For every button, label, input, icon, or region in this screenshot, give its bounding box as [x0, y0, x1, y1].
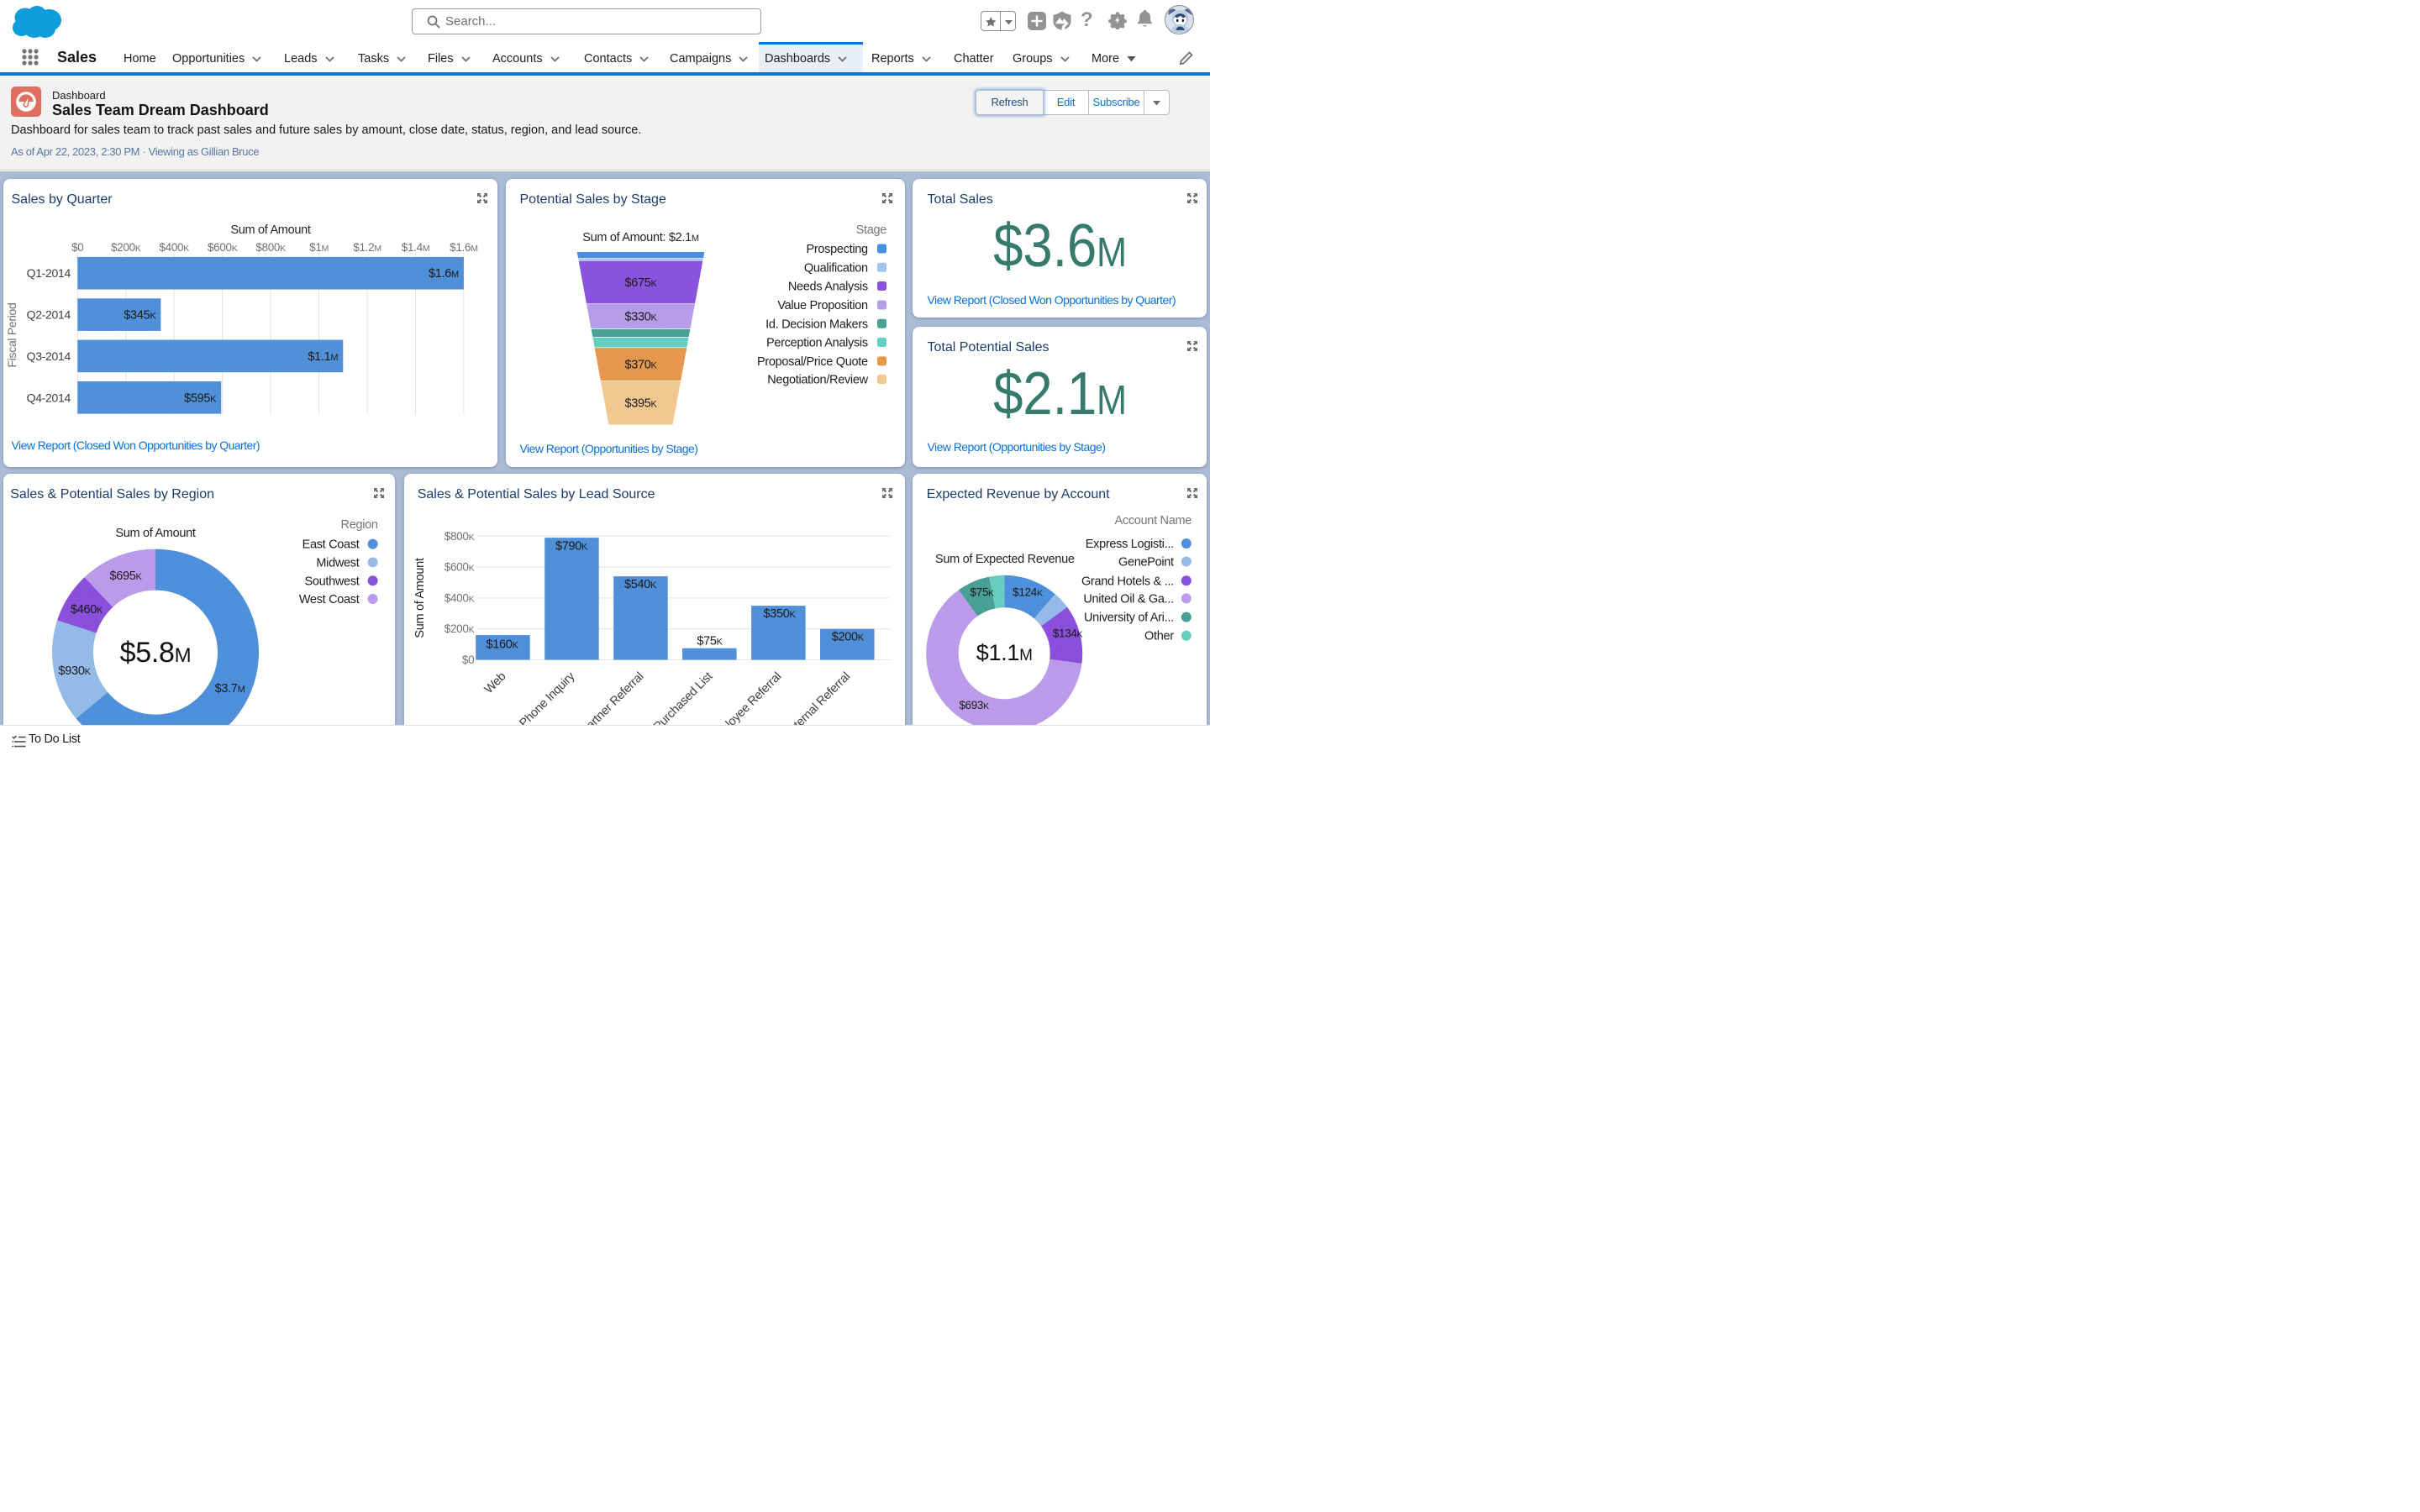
- svg-text:$200K: $200K: [111, 241, 141, 254]
- svg-text:$350K: $350K: [763, 607, 796, 621]
- svg-text:Purchased List: Purchased List: [651, 669, 715, 725]
- svg-text:$3.6M: $3.6M: [993, 212, 1127, 279]
- svg-text:$3.7M: $3.7M: [215, 682, 245, 696]
- svg-text:Grand Hotels & ...: Grand Hotels & ...: [1081, 575, 1173, 588]
- svg-text:Id. Decision Makers: Id. Decision Makers: [765, 318, 868, 331]
- svg-text:Sum of Amount: Sum of Amount: [230, 223, 311, 237]
- svg-text:$1.1M: $1.1M: [976, 640, 1032, 665]
- svg-text:$1M: $1M: [309, 241, 329, 254]
- svg-text:Sum of Amount: Sum of Amount: [413, 558, 427, 638]
- svg-text:External Referral: External Referral: [781, 669, 853, 725]
- svg-text:$200K: $200K: [445, 622, 475, 635]
- svg-text:Account Name: Account Name: [1114, 514, 1192, 528]
- svg-text:$160K: $160K: [486, 638, 518, 651]
- svg-text:$370K: $370K: [624, 358, 657, 371]
- svg-text:$600K: $600K: [445, 561, 475, 574]
- svg-text:Value Proposition: Value Proposition: [777, 299, 868, 312]
- svg-text:$75K: $75K: [970, 586, 994, 599]
- svg-text:$75K: $75K: [697, 635, 723, 648]
- svg-text:Sum of Amount: Sum of Amount: [115, 527, 196, 540]
- svg-text:$1.6M: $1.6M: [450, 241, 478, 254]
- svg-text:Q3-2014: Q3-2014: [27, 349, 71, 362]
- svg-text:West Coast: West Coast: [299, 593, 360, 606]
- svg-text:$1.1M: $1.1M: [308, 349, 338, 363]
- svg-text:$124K: $124K: [1013, 586, 1043, 599]
- svg-text:$693K: $693K: [959, 699, 989, 711]
- svg-text:Negotiation/Review: Negotiation/Review: [767, 373, 868, 386]
- svg-text:$595K: $595K: [184, 391, 217, 405]
- svg-text:Express Logisti...: Express Logisti...: [1085, 538, 1173, 551]
- svg-text:$675K: $675K: [624, 276, 657, 289]
- svg-text:$395K: $395K: [624, 396, 657, 410]
- svg-text:$600K: $600K: [208, 241, 238, 254]
- svg-text:$400K: $400K: [159, 241, 189, 254]
- svg-text:East Coast: East Coast: [302, 538, 360, 552]
- svg-text:Phone Inquiry: Phone Inquiry: [517, 669, 578, 725]
- svg-text:$695K: $695K: [109, 570, 142, 583]
- svg-text:$1.6M: $1.6M: [429, 267, 459, 281]
- svg-text:Q1-2014: Q1-2014: [27, 266, 71, 280]
- svg-text:Region: Region: [341, 518, 378, 532]
- svg-text:$200K: $200K: [832, 631, 865, 644]
- svg-text:United Oil & Ga...: United Oil & Ga...: [1083, 592, 1173, 606]
- svg-text:$0: $0: [71, 241, 83, 254]
- svg-text:$330K: $330K: [624, 310, 657, 323]
- svg-text:$790K: $790K: [555, 540, 588, 554]
- svg-text:Needs Analysis: Needs Analysis: [788, 280, 868, 293]
- svg-text:Fiscal Period: Fiscal Period: [5, 302, 18, 367]
- svg-text:$540K: $540K: [624, 578, 657, 591]
- svg-text:Sum of Expected Revenue: Sum of Expected Revenue: [935, 553, 1075, 566]
- svg-text:Q4-2014: Q4-2014: [27, 391, 71, 404]
- svg-text:Other: Other: [1144, 630, 1174, 643]
- svg-text:Midwest: Midwest: [316, 556, 359, 570]
- svg-text:Qualification: Qualification: [804, 261, 868, 275]
- svg-text:$134K: $134K: [1052, 627, 1082, 639]
- svg-text:$2.1M: $2.1M: [993, 360, 1127, 427]
- svg-text:$1.2M: $1.2M: [353, 241, 381, 254]
- svg-text:$800K: $800K: [255, 241, 286, 254]
- svg-text:$5.8M: $5.8M: [120, 637, 192, 669]
- svg-text:$345K: $345K: [124, 308, 156, 322]
- svg-text:University of Ari...: University of Ari...: [1083, 612, 1173, 625]
- svg-text:$800K: $800K: [445, 530, 475, 543]
- svg-text:Southwest: Southwest: [304, 575, 359, 588]
- svg-text:Q2-2014: Q2-2014: [27, 307, 71, 321]
- svg-text:Perception Analysis: Perception Analysis: [766, 336, 868, 349]
- svg-text:Prospecting: Prospecting: [807, 243, 869, 256]
- svg-text:Employee Referral: Employee Referral: [707, 669, 785, 725]
- svg-text:Web: Web: [482, 669, 509, 696]
- svg-text:GenePoint: GenePoint: [1118, 556, 1173, 570]
- svg-text:Partner Referral: Partner Referral: [578, 669, 646, 725]
- svg-text:$0: $0: [462, 654, 474, 666]
- svg-text:Proposal/Price Quote: Proposal/Price Quote: [757, 354, 868, 368]
- svg-text:$930K: $930K: [59, 664, 92, 678]
- svg-text:$400K: $400K: [445, 591, 475, 604]
- svg-text:Stage: Stage: [856, 223, 887, 237]
- svg-text:Sum of Amount: $2.1M: Sum of Amount: $2.1M: [582, 231, 699, 244]
- svg-text:$460K: $460K: [71, 603, 103, 617]
- svg-text:$1.4M: $1.4M: [402, 241, 430, 254]
